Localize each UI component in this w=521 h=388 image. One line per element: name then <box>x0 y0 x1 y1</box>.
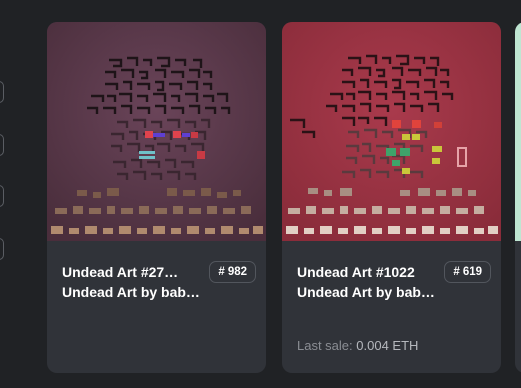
last-sale-label: Last sale: <box>297 338 357 353</box>
filter-checkbox[interactable] <box>0 238 4 260</box>
rank-hash: # <box>218 266 225 278</box>
collection-name[interactable]: Undead Art by bab… <box>62 284 200 300</box>
undead-pixel-art <box>282 22 501 241</box>
last-sale: Last sale: 0.004 ETH <box>297 338 418 353</box>
rarity-rank-badge: # 619 <box>444 261 491 283</box>
nft-card[interactable]: Undead Art #1022 # 619 Undead Art by bab… <box>282 22 501 373</box>
undead-pixel-art <box>47 22 266 241</box>
nft-artwork-image[interactable] <box>515 22 521 241</box>
nft-artwork-image[interactable] <box>47 22 266 241</box>
nft-card[interactable]: Undead Art #27… # 982 Undead Art by bab… <box>47 22 266 373</box>
nft-card-partial[interactable] <box>515 22 521 373</box>
rank-value: 619 <box>462 266 482 278</box>
nft-artwork-image[interactable] <box>282 22 501 241</box>
rank-value: 982 <box>227 266 247 278</box>
nft-card-info: Undead Art #1022 # 619 Undead Art by bab… <box>282 241 501 373</box>
last-sale-value: 0.004 ETH <box>356 338 419 353</box>
nft-card-info: Undead Art #27… # 982 Undead Art by bab… <box>47 241 266 373</box>
filter-checkbox[interactable] <box>0 185 4 207</box>
filter-checkbox[interactable] <box>0 81 4 103</box>
rank-hash: # <box>453 266 460 278</box>
rarity-rank-badge: # 982 <box>209 261 256 283</box>
filter-checkbox[interactable] <box>0 134 4 156</box>
collection-name[interactable]: Undead Art by bab… <box>297 284 435 300</box>
nft-name[interactable]: Undead Art #1022 <box>297 264 415 280</box>
nft-name[interactable]: Undead Art #27… <box>62 264 178 280</box>
